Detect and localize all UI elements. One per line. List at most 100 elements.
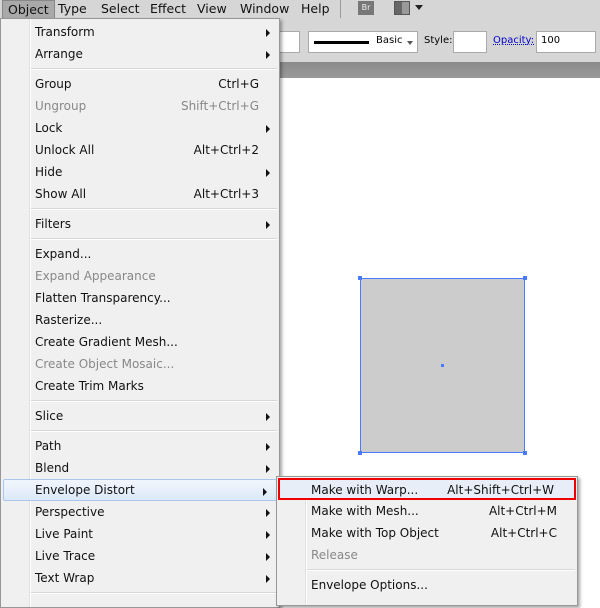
menu-item-label: Show All [35,187,87,201]
submenu-arrow-icon [266,509,270,517]
submenu-arrow-icon [266,169,270,177]
shortcut-label: Alt+Ctrl+3 [193,187,259,201]
menu-item-label: Release [311,548,358,562]
workspace-layout-icon[interactable] [394,1,410,15]
menu-separator [277,566,577,574]
menu-item-make-with-top-object[interactable]: Make with Top Object Alt+Ctrl+C [277,522,577,544]
submenu-arrow-icon [266,413,270,421]
menu-item-hide[interactable]: Hide [1,161,279,183]
menu-item-live-trace[interactable]: Live Trace [1,545,279,567]
menu-item-label: Transform [35,25,95,39]
menu-item-show-all[interactable]: Show All Alt+Ctrl+3 [1,183,279,205]
menu-item-arrange[interactable]: Arrange [1,43,279,65]
menu-item-perspective[interactable]: Perspective [1,501,279,523]
menu-item-label: Make with Mesh... [311,504,419,518]
style-label: Style: [424,35,453,46]
submenu-arrow-icon [266,465,270,473]
opacity-input[interactable]: 100 [536,31,596,53]
opacity-link[interactable]: Opacity: [493,35,534,46]
menu-item-label: Envelope Options... [311,578,428,592]
selected-rectangle[interactable] [360,278,525,453]
menu-item-slice[interactable]: Slice [1,405,279,427]
menu-item-envelope-distort[interactable]: Envelope Distort [3,479,277,501]
anchor-handle[interactable] [358,276,362,280]
menu-item-expand[interactable]: Expand... [1,243,279,265]
anchor-handle[interactable] [523,451,527,455]
opacity-value: 100 [541,35,561,46]
menu-item-flatten-transparency[interactable]: Flatten Transparency... [1,287,279,309]
anchor-handle[interactable] [523,276,527,280]
menu-item-ungroup: Ungroup Shift+Ctrl+G [1,95,279,117]
menu-item-rasterize[interactable]: Rasterize... [1,309,279,331]
menu-item-make-with-warp[interactable]: Make with Warp... Alt+Shift+Ctrl+W [278,478,576,500]
chevron-down-icon [407,41,413,45]
submenu-arrow-icon [266,29,270,37]
menu-separator [1,589,279,597]
shortcut-label: Alt+Shift+Ctrl+W [447,483,554,497]
menu-bar: Object Type Select Effect View Window Help [0,0,600,20]
stroke-profile-label: Basic [376,35,403,46]
menu-item-filters[interactable]: Filters [1,213,279,235]
menu-item-path[interactable]: Path [1,435,279,457]
menu-item-label: Rasterize... [35,313,103,327]
submenu-arrow-icon [266,443,270,451]
envelope-distort-submenu: Make with Warp... Alt+Shift+Ctrl+W Make wi… [276,476,578,606]
menu-item-create-trim-marks[interactable]: Create Trim Marks [1,375,279,397]
menu-item-unlock-all[interactable]: Unlock All Alt+Ctrl+2 [1,139,279,161]
style-dropdown[interactable] [453,31,487,53]
menu-item-release: Release [277,544,577,566]
shortcut-label: Alt+Ctrl+M [488,504,557,518]
menu-item-label: Create Gradient Mesh... [35,335,178,349]
menu-item-label: Blend [35,461,70,475]
menu-item-label: Live Paint [35,527,94,541]
menu-item-label: Lock [35,121,63,135]
menu-effect[interactable]: Effect [145,0,191,20]
menu-item-envelope-options[interactable]: Envelope Options... [277,574,577,596]
menu-help[interactable]: Help [296,0,335,20]
stroke-profile-dropdown[interactable]: Basic [308,31,418,53]
menu-item-make-with-mesh[interactable]: Make with Mesh... Alt+Ctrl+M [277,500,577,522]
divider [340,0,341,18]
menu-select[interactable]: Select [96,0,145,20]
menu-item-label: Flatten Transparency... [35,291,171,305]
center-point [441,364,444,367]
menu-type[interactable]: Type [53,0,92,20]
shortcut-label: Shift+Ctrl+G [180,99,259,113]
menu-item-label: Arrange [35,47,83,61]
menu-item-text-wrap[interactable]: Text Wrap [1,567,279,589]
submenu-arrow-icon [266,125,270,133]
menu-item-label: Perspective [35,505,105,519]
menu-item-create-gradient-mesh[interactable]: Create Gradient Mesh... [1,331,279,353]
menu-window[interactable]: Window [235,0,294,20]
menu-item-group[interactable]: Group Ctrl+G [1,73,279,95]
menu-item-create-object-mosaic: Create Object Mosaic... [1,353,279,375]
menu-item-label: Create Object Mosaic... [35,357,175,371]
menu-separator [1,397,279,405]
menu-separator [1,205,279,213]
menu-item-label: Envelope Distort [35,483,135,497]
submenu-arrow-icon [266,221,270,229]
menu-item-label: Make with Warp... [311,483,419,497]
anchor-handle[interactable] [358,451,362,455]
menu-item-label: Expand... [35,247,92,261]
submenu-arrow-icon [263,488,267,496]
menu-item-lock[interactable]: Lock [1,117,279,139]
submenu-arrow-icon [266,575,270,583]
menu-item-label: Path [35,439,62,453]
menu-item-label: Text Wrap [35,571,95,585]
chevron-down-icon[interactable] [415,5,423,10]
menu-view[interactable]: View [192,0,232,20]
menu-item-label: Slice [35,409,64,423]
menu-item-blend[interactable]: Blend [1,457,279,479]
shortcut-label: Alt+Ctrl+C [490,526,557,540]
menu-item-label: Create Trim Marks [35,379,144,393]
menu-item-live-paint[interactable]: Live Paint [1,523,279,545]
menu-item-label: Unlock All [35,143,95,157]
menu-item-transform[interactable]: Transform [1,21,279,43]
menu-object[interactable]: Object [2,0,55,20]
menu-item-label: Filters [35,217,71,231]
bridge-button[interactable]: Br [358,1,374,15]
menu-item-expand-appearance: Expand Appearance [1,265,279,287]
menu-item-label: Make with Top Object [311,526,439,540]
submenu-arrow-icon [266,51,270,59]
